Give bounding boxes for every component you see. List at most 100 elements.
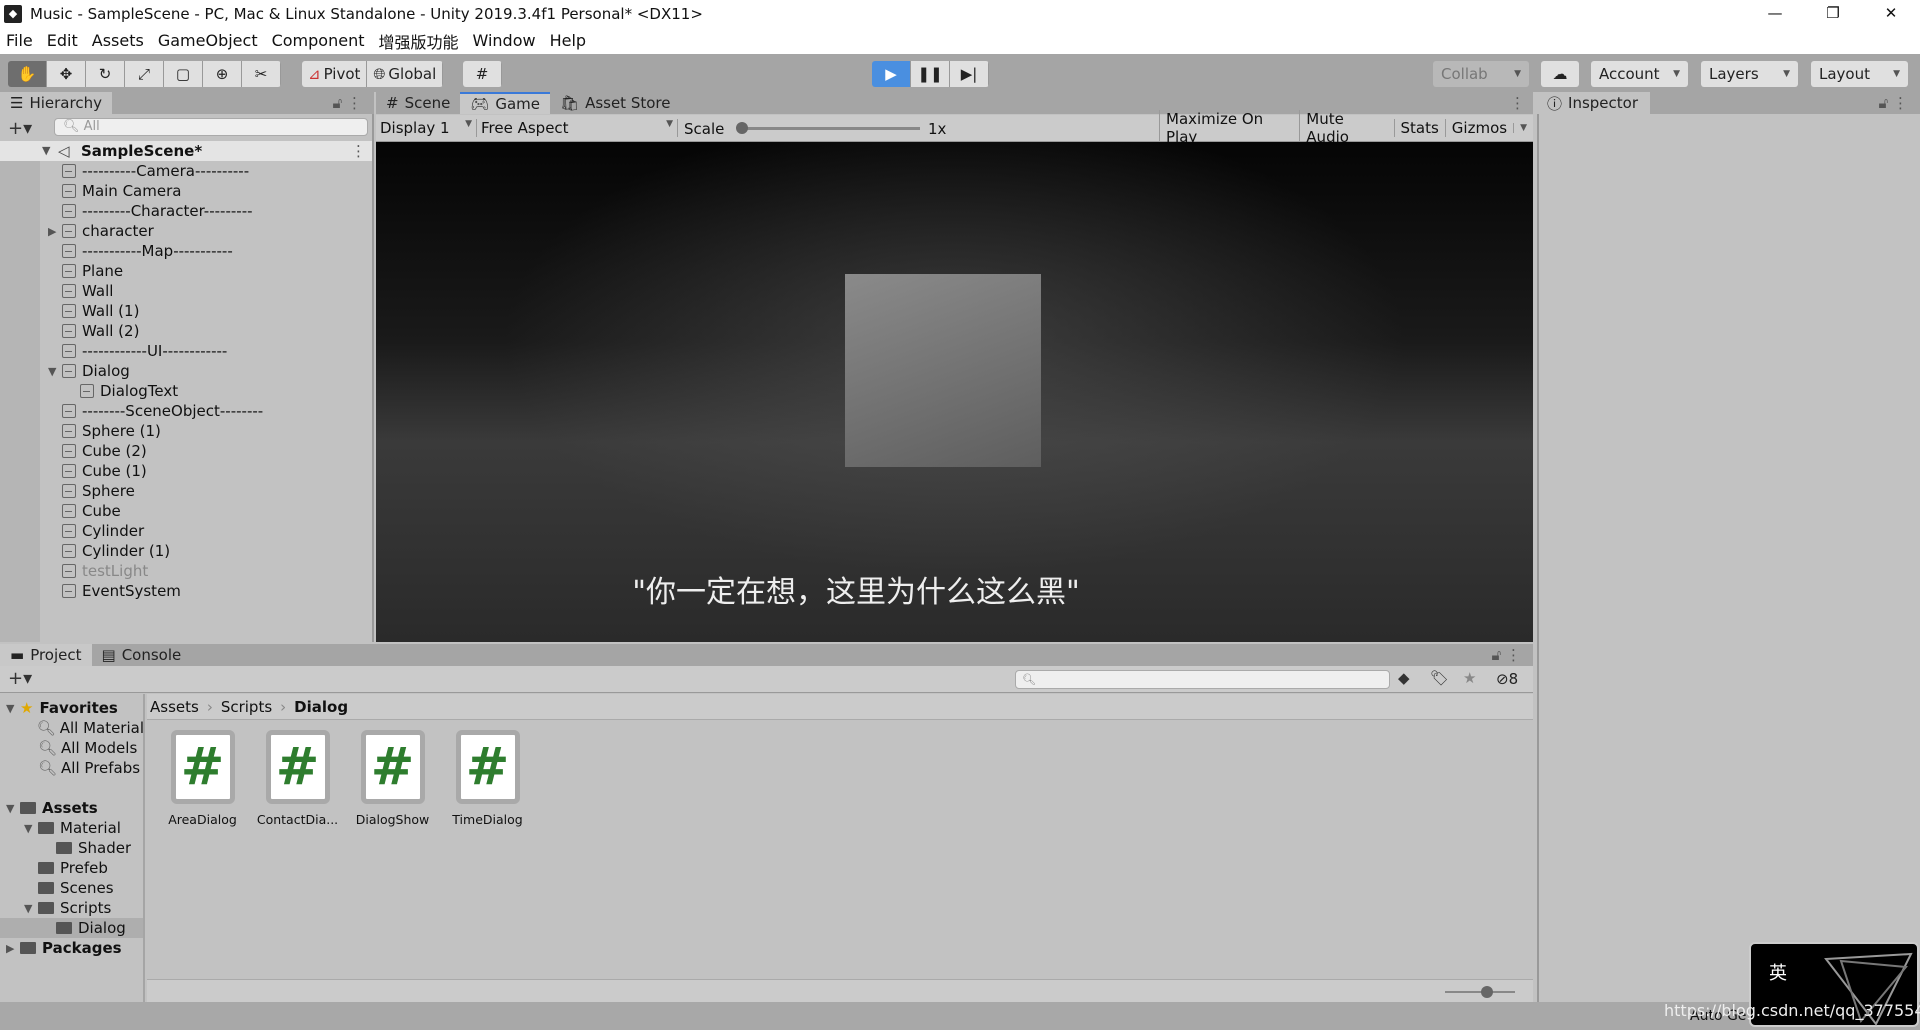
layout-dropdown[interactable]: Layout ▼ <box>1811 61 1908 87</box>
grid-snap-icon[interactable]: # <box>463 61 502 87</box>
hierarchy-item[interactable]: Sphere (1) <box>48 421 161 441</box>
hierarchy-item[interactable]: Cube <box>48 501 121 521</box>
hierarchy-search-input[interactable]: 🔍︎ All <box>54 118 368 136</box>
minimize-button[interactable]: — <box>1746 0 1804 27</box>
maximize-button[interactable]: ❐ <box>1804 0 1862 27</box>
layers-dropdown[interactable]: Layers ▼ <box>1701 61 1798 87</box>
hierarchy-item[interactable]: Wall <box>48 281 113 301</box>
asset-item[interactable]: # AreaDialog <box>155 730 250 827</box>
menu-item-3[interactable]: GameObject <box>158 31 258 50</box>
tab-console[interactable]: ▤ Console <box>92 644 192 666</box>
hierarchy-item[interactable]: ----------Camera---------- <box>48 161 249 181</box>
ime-language-indicator[interactable]: 英 <box>1769 959 1787 985</box>
expand-arrow-icon[interactable]: ▶ <box>48 225 62 238</box>
pause-button[interactable]: ❚❚ <box>911 61 950 87</box>
expand-arrow-icon[interactable]: ▼ <box>24 902 38 915</box>
account-dropdown[interactable]: Account ▼ <box>1591 61 1688 87</box>
hierarchy-item[interactable]: Cube (1) <box>48 461 147 481</box>
asset-item[interactable]: # TimeDialog <box>440 730 535 827</box>
project-tree-item[interactable]: ▼ Material <box>0 818 143 838</box>
custom-tool-icon[interactable]: ✂ <box>242 61 281 87</box>
menu-item-1[interactable]: Edit <box>47 31 78 50</box>
menu-item-2[interactable]: Assets <box>92 31 144 50</box>
aspect-dropdown[interactable]: Free Aspect ▼ <box>481 119 678 137</box>
project-tree-item[interactable]: ▼ Assets <box>0 798 143 818</box>
stats-toggle[interactable]: Stats <box>1393 119 1445 137</box>
project-tree-item[interactable]: 🔍︎ All Materials <box>0 718 143 738</box>
hierarchy-item[interactable]: Wall (2) <box>48 321 139 341</box>
tab-game[interactable]: 🎮︎ Game <box>460 92 551 114</box>
breadcrumb-scripts[interactable]: Scripts <box>221 698 272 716</box>
menu-item-5[interactable]: 增强版功能 <box>378 29 458 53</box>
hierarchy-item[interactable]: -----------Map----------- <box>48 241 233 261</box>
project-tree-item[interactable]: 🔍︎ All Models <box>0 738 143 758</box>
project-tree-item[interactable]: Prefeb <box>0 858 143 878</box>
expand-arrow-icon[interactable]: ▼ <box>24 822 38 835</box>
hierarchy-item[interactable]: ▶ character <box>48 221 154 241</box>
project-tree-item[interactable] <box>0 778 143 798</box>
icon-size-slider[interactable] <box>1445 986 1515 998</box>
tab-scene[interactable]: # Scene <box>376 92 460 114</box>
project-tree-item[interactable]: ▶ Packages <box>0 938 143 958</box>
cloud-button[interactable]: ☁ <box>1541 61 1579 87</box>
hierarchy-item[interactable]: ▼ Dialog <box>48 361 130 381</box>
project-tree-item[interactable]: 🔍︎ All Prefabs <box>0 758 143 778</box>
filter-by-label-icon[interactable]: 🏷︎ <box>1430 669 1449 687</box>
icon-size-slider-handle[interactable] <box>1481 986 1493 998</box>
lock-menu-icon[interactable]: 🔓︎ ⋮ <box>1492 646 1522 664</box>
hidden-packages-toggle[interactable]: ⊘8 <box>1496 670 1518 688</box>
hierarchy-item[interactable]: EventSystem <box>48 581 181 601</box>
expand-arrow-icon[interactable]: ▼ <box>42 144 50 157</box>
rotate-tool-icon[interactable]: ↻ <box>86 61 125 87</box>
maximize-on-play-toggle[interactable]: Maximize On Play <box>1159 110 1299 146</box>
hierarchy-item[interactable]: Sphere <box>48 481 135 501</box>
hierarchy-item[interactable]: Cylinder <box>48 521 144 541</box>
display-dropdown[interactable]: Display 1 ▼ <box>380 119 477 137</box>
hierarchy-item[interactable]: ------------UI------------ <box>48 341 227 361</box>
transform-tool-icon[interactable]: ⊕ <box>203 61 242 87</box>
tab-inspector[interactable]: ⓘ Inspector <box>1537 92 1650 114</box>
add-button[interactable]: +▾ <box>8 668 32 689</box>
hierarchy-item[interactable]: --------SceneObject-------- <box>48 401 263 421</box>
project-tree-item[interactable]: Shader <box>0 838 143 858</box>
breadcrumb-assets[interactable]: Assets <box>150 698 199 716</box>
scale-tool-icon[interactable]: ⤢ <box>125 61 164 87</box>
expand-arrow-icon[interactable]: ▼ <box>48 365 62 378</box>
hierarchy-item[interactable]: Cylinder (1) <box>48 541 170 561</box>
rect-tool-icon[interactable]: ▢ <box>164 61 203 87</box>
hierarchy-item[interactable]: Main Camera <box>48 181 181 201</box>
asset-item[interactable]: # ContactDia... <box>250 730 345 827</box>
project-tree-item[interactable]: Dialog <box>0 918 143 938</box>
hierarchy-item[interactable]: Wall (1) <box>48 301 139 321</box>
filter-by-type-icon[interactable]: ◆ <box>1398 669 1410 687</box>
menu-item-7[interactable]: Help <box>550 31 586 50</box>
scene-header[interactable]: ▼ ◁ SampleScene* ⋮ <box>0 141 374 161</box>
menu-item-6[interactable]: Window <box>473 31 536 50</box>
collab-dropdown[interactable]: Collab ▼ <box>1433 61 1529 87</box>
asset-item[interactable]: # DialogShow <box>345 730 440 827</box>
mute-audio-toggle[interactable]: Mute Audio <box>1299 110 1393 146</box>
close-button[interactable]: ✕ <box>1862 0 1920 27</box>
gizmos-dropdown-icon[interactable]: ▼ <box>1513 123 1533 133</box>
hierarchy-item[interactable]: testLight <box>48 561 148 581</box>
menu-item-0[interactable]: File <box>6 31 33 50</box>
breadcrumb-dialog[interactable]: Dialog <box>294 698 348 716</box>
menu-item-4[interactable]: Component <box>272 31 365 50</box>
gizmos-button[interactable]: Gizmos <box>1444 119 1513 137</box>
hierarchy-item[interactable]: DialogText <box>66 381 178 401</box>
more-icon[interactable]: ⋮ <box>1510 94 1525 112</box>
tab-project[interactable]: ▬ Project <box>0 644 92 666</box>
move-tool-icon[interactable]: ✥ <box>47 61 86 87</box>
tab-asset-store[interactable]: 🛍︎ Asset Store <box>550 92 680 114</box>
expand-arrow-icon[interactable]: ▼ <box>6 802 20 815</box>
play-button[interactable]: ▶ <box>872 61 911 87</box>
add-button[interactable]: +▾ <box>8 118 32 139</box>
expand-arrow-icon[interactable]: ▼ <box>6 702 20 715</box>
hand-tool-icon[interactable]: ✋ <box>8 61 47 87</box>
project-tree-item[interactable]: ▼ Scripts <box>0 898 143 918</box>
hierarchy-item[interactable]: ---------Character--------- <box>48 201 253 221</box>
hierarchy-item[interactable]: Cube (2) <box>48 441 147 461</box>
project-tree-item[interactable]: ▼ ★ Favorites <box>0 698 143 718</box>
step-button[interactable]: ▶| <box>950 61 989 87</box>
project-tree-item[interactable]: Scenes <box>0 878 143 898</box>
